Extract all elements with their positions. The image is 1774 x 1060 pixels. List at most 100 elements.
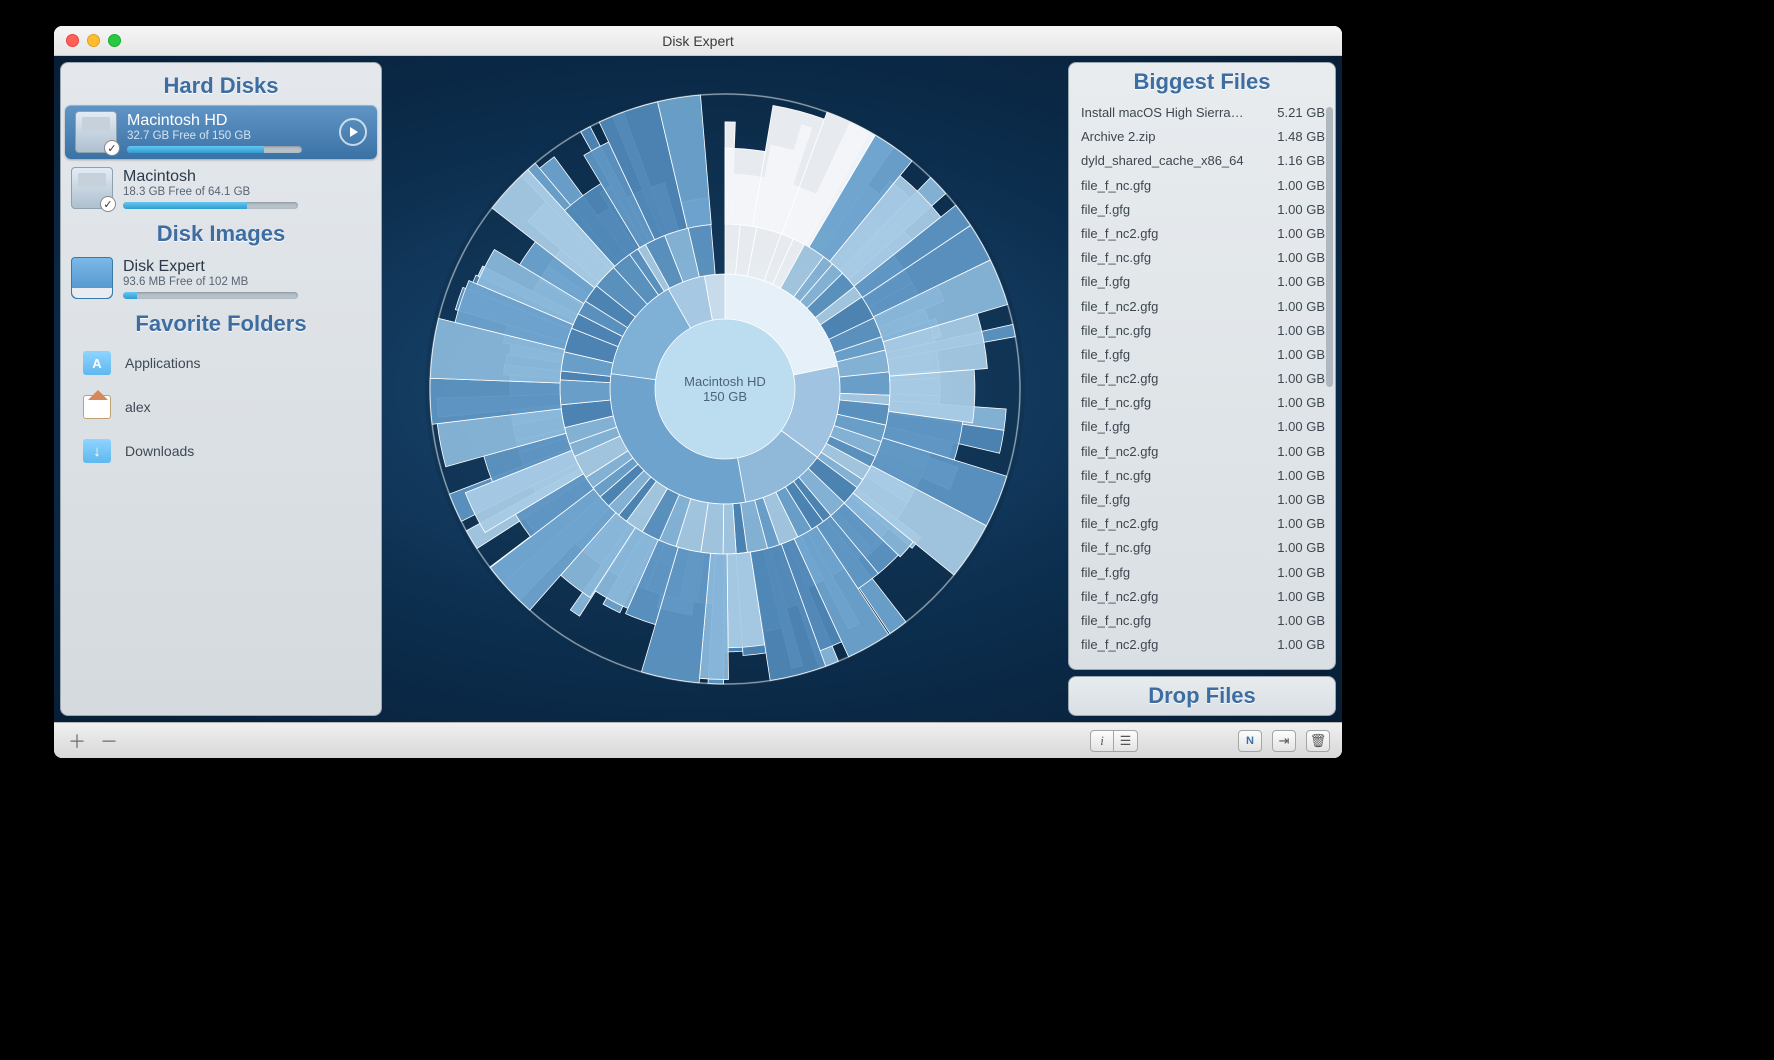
file-name: file_f.gfg: [1081, 273, 1130, 291]
file-size: 1.00 GB: [1269, 249, 1325, 267]
disk-name: Disk Expert: [123, 258, 371, 276]
file-row[interactable]: file_f_nc2.gfg 1.00 GB: [1081, 633, 1331, 657]
folder-icon: [83, 351, 111, 375]
list-view-button[interactable]: ☰: [1114, 730, 1138, 752]
file-row[interactable]: file_f_nc.gfg1.00 GB: [1081, 609, 1331, 633]
file-row[interactable]: file_f_nc2.gfg1.00 GB: [1081, 440, 1331, 464]
disk-images-header: Disk Images: [61, 215, 381, 251]
folder-icon: [83, 395, 111, 419]
file-row[interactable]: file_f_nc.gfg1.00 GB: [1081, 464, 1331, 488]
finder-reveal-button[interactable]: N: [1238, 730, 1262, 752]
file-row[interactable]: dyld_shared_cache_x86_641.16 GB: [1081, 149, 1331, 173]
biggest-files-header: Biggest Files: [1069, 63, 1335, 101]
biggest-files-panel: Biggest Files Install macOS High Sierra.…: [1068, 62, 1336, 670]
file-row[interactable]: file_f.gfg 1.00 GB: [1081, 488, 1331, 512]
minimize-window-button[interactable]: [87, 34, 100, 47]
file-row[interactable]: file_f_nc.gfg 1.00 GB: [1081, 246, 1331, 270]
file-name: file_f_nc2.gfg: [1081, 370, 1158, 388]
disk-name: Macintosh: [123, 168, 371, 186]
file-name: file_f_nc.gfg: [1081, 177, 1151, 195]
file-row[interactable]: file_f.gfg1.00 GB: [1081, 561, 1331, 585]
file-name: file_f.gfg: [1081, 201, 1130, 219]
file-row[interactable]: file_f_nc.gfg1.00 GB: [1081, 319, 1331, 343]
file-name: file_f.gfg: [1081, 418, 1130, 436]
file-size: 1.00 GB: [1269, 612, 1325, 630]
favorite-folder-item[interactable]: Downloads: [61, 429, 381, 473]
sunburst-chart[interactable]: [420, 84, 1030, 694]
add-button[interactable]: ＋: [66, 730, 88, 752]
file-size: 1.00 GB: [1269, 394, 1325, 412]
sunburst-area: Macintosh HD 150 GB: [382, 56, 1068, 722]
file-name: file_f_nc2.gfg: [1081, 588, 1158, 606]
file-size: 1.00 GB: [1269, 273, 1325, 291]
app-window: Disk Expert Hard Disks ✓ Macintosh HD 32…: [54, 26, 1342, 758]
file-size: 1.00 GB: [1269, 225, 1325, 243]
file-row[interactable]: file_f.gfg 1.00 GB: [1081, 270, 1331, 294]
scan-button[interactable]: [339, 118, 367, 146]
file-name: file_f.gfg: [1081, 346, 1130, 364]
file-size: 1.00 GB: [1269, 515, 1325, 533]
file-size: 1.00 GB: [1269, 177, 1325, 195]
favorite-folders-header: Favorite Folders: [61, 305, 381, 341]
window-title: Disk Expert: [54, 33, 1342, 49]
favorite-label: alex: [125, 399, 151, 415]
check-icon: ✓: [104, 140, 120, 156]
close-window-button[interactable]: [66, 34, 79, 47]
file-name: file_f.gfg: [1081, 491, 1130, 509]
favorite-label: Downloads: [125, 443, 194, 459]
favorite-folder-item[interactable]: Applications: [61, 341, 381, 385]
remove-button[interactable]: －: [98, 730, 120, 752]
file-row[interactable]: file_f_nc2.gfg 1.00 GB: [1081, 222, 1331, 246]
file-row[interactable]: file_f_nc.gfg1.00 GB: [1081, 536, 1331, 560]
favorite-folder-item[interactable]: alex: [61, 385, 381, 429]
disk-sub: 32.7 GB Free of 150 GB: [127, 130, 329, 142]
disk-item-macintosh[interactable]: ✓ Macintosh 18.3 GB Free of 64.1 GB: [61, 161, 381, 215]
file-row[interactable]: file_f_nc2.gfg 1.00 GB: [1081, 585, 1331, 609]
file-size: 1.00 GB: [1269, 346, 1325, 364]
file-size: 1.00 GB: [1269, 588, 1325, 606]
file-size: 1.00 GB: [1269, 201, 1325, 219]
info-button[interactable]: i: [1090, 730, 1114, 752]
file-row[interactable]: file_f_nc2.gfg 1.00 GB: [1081, 367, 1331, 391]
file-size: 1.48 GB: [1269, 128, 1325, 146]
file-row[interactable]: file_f_nc.gfg 1.00 GB: [1081, 174, 1331, 198]
folder-icon: [83, 439, 111, 463]
bottom-toolbar: ＋ － i ☰ N ⇥ 🗑: [54, 722, 1342, 758]
hard-disk-icon: ✓: [71, 167, 113, 209]
disk-sub: 93.6 MB Free of 102 MB: [123, 276, 371, 288]
file-size: 1.00 GB: [1269, 636, 1325, 654]
file-row[interactable]: file_f.gfg 1.00 GB: [1081, 343, 1331, 367]
file-name: file_f_nc2.gfg: [1081, 298, 1158, 316]
file-row[interactable]: file_f.gfg 1.00 GB: [1081, 415, 1331, 439]
file-row[interactable]: file_f_nc2.gfg 1.00 GB: [1081, 512, 1331, 536]
titlebar: Disk Expert: [54, 26, 1342, 56]
file-size: 5.21 GB: [1269, 104, 1325, 122]
file-size: 1.00 GB: [1269, 539, 1325, 557]
file-name: file_f_nc2.gfg: [1081, 515, 1158, 533]
disk-item-macintosh-hd[interactable]: ✓ Macintosh HD 32.7 GB Free of 150 GB: [65, 105, 377, 159]
disk-sub: 18.3 GB Free of 64.1 GB: [123, 186, 371, 198]
source-sidebar: Hard Disks ✓ Macintosh HD 32.7 GB Free o…: [60, 62, 382, 716]
file-row[interactable]: file_f_nc2.gfg1.00 GB: [1081, 295, 1331, 319]
drop-files-panel[interactable]: Drop Files: [1068, 676, 1336, 716]
file-row[interactable]: file_f_nc.gfg1.00 GB: [1081, 391, 1331, 415]
file-size: 1.00 GB: [1269, 322, 1325, 340]
export-button[interactable]: ⇥: [1272, 730, 1296, 752]
file-size: 1.00 GB: [1269, 370, 1325, 388]
file-name: file_f_nc2.gfg: [1081, 636, 1158, 654]
file-name: file_f_nc.gfg: [1081, 249, 1151, 267]
zoom-window-button[interactable]: [108, 34, 121, 47]
file-name: Install macOS High Sierra.app: [1081, 104, 1246, 122]
file-name: file_f_nc2.gfg: [1081, 225, 1158, 243]
file-size: 1.00 GB: [1269, 491, 1325, 509]
file-name: dyld_shared_cache_x86_64: [1081, 152, 1244, 170]
disk-image-item[interactable]: Disk Expert 93.6 MB Free of 102 MB: [61, 251, 381, 305]
scrollbar[interactable]: [1326, 107, 1333, 387]
file-row[interactable]: Archive 2.zip1.48 GB: [1081, 125, 1331, 149]
hard-disks-header: Hard Disks: [61, 67, 381, 103]
file-size: 1.00 GB: [1269, 418, 1325, 436]
trash-button[interactable]: 🗑: [1306, 730, 1330, 752]
biggest-files-list[interactable]: Install macOS High Sierra.app 5.21 GB Arch…: [1069, 101, 1335, 669]
file-row[interactable]: file_f.gfg 1.00 GB: [1081, 198, 1331, 222]
file-row[interactable]: Install macOS High Sierra.app 5.21 GB: [1081, 101, 1331, 125]
